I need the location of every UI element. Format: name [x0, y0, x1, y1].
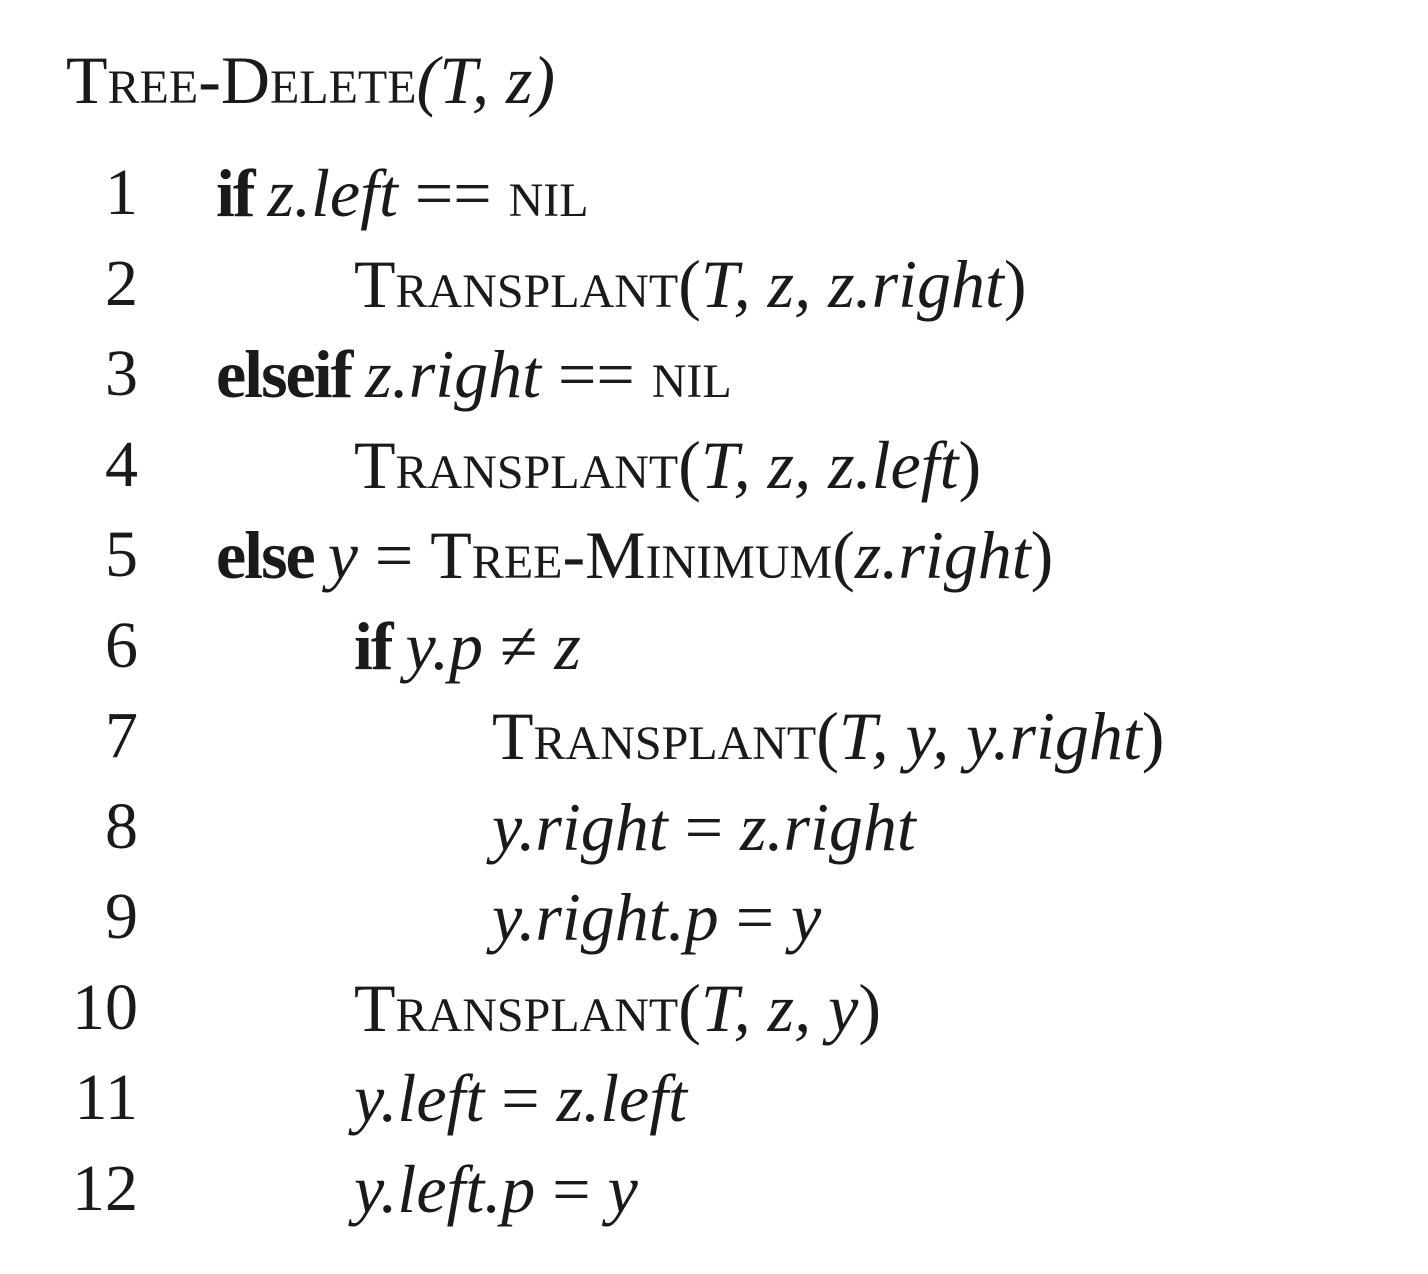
- keyword: if: [354, 607, 394, 684]
- line-number: 2: [105, 246, 138, 320]
- expression: T, y, y.right: [838, 698, 1142, 774]
- line-number: 3: [105, 337, 138, 410]
- code-statement: y.left.p = y: [354, 1144, 638, 1234]
- code-line: 2 Transplant(T, z, z.right): [0, 239, 1428, 329]
- expression: y.left: [354, 1060, 485, 1136]
- expression: y: [791, 879, 822, 955]
- expression: y: [607, 1150, 638, 1227]
- keyword: elseif: [216, 336, 353, 412]
- code-line: 1 if z.left == nil: [0, 148, 1428, 238]
- code-line: 6 if y.p ≠ z: [0, 601, 1428, 691]
- keyword: else: [216, 517, 316, 593]
- expression: y.right: [492, 788, 668, 865]
- expression: z.right: [740, 788, 916, 865]
- line-number: 8: [105, 789, 138, 863]
- procedure-call: Transplant: [354, 969, 679, 1046]
- code-line: 3 elseif z.right == nil: [0, 329, 1428, 419]
- operator: =: [357, 517, 431, 593]
- procedure-call: nil: [508, 155, 589, 231]
- expression: y.left.p: [354, 1150, 536, 1227]
- code-statement: if z.left == nil: [216, 148, 589, 238]
- procedure-call: Tree-Minimum: [430, 517, 833, 593]
- operator: (: [816, 698, 839, 774]
- expression: T, z, z.right: [700, 245, 1004, 322]
- code-line: 4 Transplant(T, z, z.left): [0, 420, 1428, 510]
- line-number: 9: [105, 880, 138, 953]
- code-line: 8 y.right = z.right: [0, 782, 1428, 872]
- operator: ): [1141, 698, 1165, 774]
- code-statement: Transplant(T, z, y): [354, 963, 881, 1053]
- code-line: 7 Transplant(T, y, y.right): [0, 691, 1428, 781]
- line-number: 1: [105, 156, 138, 229]
- code-line: 11 y.left = z.left: [0, 1053, 1428, 1143]
- expression: z.left: [556, 1060, 687, 1136]
- expression: y.right.p: [492, 879, 719, 955]
- pseudocode-document: Tree-Delete(T, z) 1 if z.left == nil 2 Trans…: [0, 0, 1428, 1274]
- line-number: 11: [74, 1061, 138, 1134]
- operator: ): [1003, 245, 1027, 322]
- operator: =: [718, 879, 792, 955]
- procedure-call: nil: [651, 336, 732, 412]
- operator: (: [678, 969, 701, 1046]
- code-statement: Transplant(T, y, y.right): [492, 691, 1164, 781]
- code-line: 9 y.right.p = y: [0, 872, 1428, 962]
- line-number: 5: [105, 518, 138, 591]
- expression: y.p: [405, 607, 483, 684]
- operator: (: [678, 245, 701, 322]
- line-number: 6: [105, 608, 138, 682]
- operator: ): [1030, 517, 1054, 593]
- operator: ==: [397, 155, 509, 231]
- code-statement: y.right.p = y: [492, 872, 821, 962]
- procedure-call: Transplant: [354, 245, 679, 322]
- procedure-params: (T, z): [416, 42, 556, 118]
- procedure-call: Transplant: [492, 698, 817, 774]
- procedure-title: Tree-Delete(T, z): [66, 40, 555, 120]
- operator: ): [958, 426, 982, 503]
- expression: z.right: [365, 336, 541, 412]
- code-statement: elseif z.right == nil: [216, 329, 732, 419]
- expression: z: [554, 607, 581, 684]
- operator: =: [535, 1150, 608, 1227]
- procedure-name: Tree-Delete: [66, 42, 417, 118]
- operator: (: [678, 426, 701, 503]
- code-statement: if y.p ≠ z: [354, 601, 581, 691]
- code-line: 5 else y = Tree-Minimum(z.right): [0, 510, 1428, 600]
- line-number: 7: [105, 699, 138, 772]
- operator: =: [484, 1060, 557, 1136]
- operator: (: [832, 517, 855, 593]
- expression: T, z, y: [700, 969, 859, 1046]
- code-line: 12 y.left.p = y: [0, 1144, 1428, 1234]
- operator: =: [667, 788, 741, 865]
- operator: ): [858, 969, 881, 1046]
- code-statement: Transplant(T, z, z.right): [354, 239, 1027, 329]
- line-number: 4: [105, 427, 138, 501]
- operator: ≠: [482, 607, 555, 684]
- expression: z.right: [854, 517, 1031, 593]
- line-number: 12: [72, 1151, 138, 1225]
- operator: ==: [540, 336, 652, 412]
- code-statement: Transplant(T, z, z.left): [354, 420, 981, 510]
- line-number: 10: [72, 970, 138, 1044]
- code-statement: y.right = z.right: [492, 782, 916, 872]
- code-line: 10 Transplant(T, z, y): [0, 963, 1428, 1053]
- code-statement: y.left = z.left: [354, 1053, 687, 1143]
- procedure-call: Transplant: [354, 426, 679, 503]
- expression: y: [327, 517, 358, 593]
- keyword: if: [216, 155, 256, 231]
- expression: T, z, z.left: [700, 426, 959, 503]
- code-statement: else y = Tree-Minimum(z.right): [216, 510, 1053, 600]
- expression: z.left: [267, 155, 398, 231]
